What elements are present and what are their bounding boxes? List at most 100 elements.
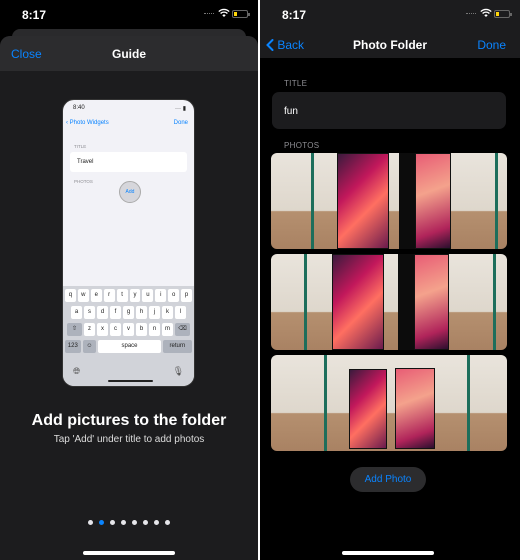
keyboard-row-2: asdfghjkl xyxy=(65,306,192,319)
keyboard-bottom-bar: 🌐︎ 🎙︎ xyxy=(73,366,184,380)
keyboard-row-1: qwertyuiop xyxy=(64,289,193,302)
photo-glass-edge xyxy=(467,355,470,451)
photo-phone-edge xyxy=(398,254,414,350)
page-dot[interactable] xyxy=(121,520,126,525)
key-x: x xyxy=(97,323,108,336)
photo-glass-edge xyxy=(311,153,314,249)
mockup-status-icons: ··· ▮ xyxy=(175,106,186,112)
mockup-time: 8:40 xyxy=(73,105,85,111)
status-time: 8:17 xyxy=(282,8,307,22)
guide-screen: 8:17 Close Guide 8:40 ··· ▮ ‹ Photo Widg… xyxy=(0,0,258,560)
photo-glass-edge xyxy=(493,254,496,350)
key-k: k xyxy=(162,306,173,319)
page-dot[interactable] xyxy=(110,520,115,525)
guide-sheet: Close Guide 8:40 ··· ▮ ‹ Photo Widgets D… xyxy=(0,36,258,560)
key-j: j xyxy=(149,306,160,319)
status-bar: 8:17 xyxy=(0,0,258,30)
key-g: g xyxy=(123,306,134,319)
keyboard-row-4: 123 ☺ space return xyxy=(65,340,192,353)
mockup-back-link: ‹ Photo Widgets xyxy=(66,120,109,126)
key-w: w xyxy=(77,289,89,302)
home-indicator xyxy=(342,551,434,555)
guide-heading: Add pictures to the folder xyxy=(31,412,227,429)
photo-item[interactable] xyxy=(271,153,507,249)
battery-icon xyxy=(494,10,512,18)
key-s: s xyxy=(84,306,95,319)
photo-phone-edge xyxy=(399,153,415,249)
photo-item[interactable] xyxy=(271,254,507,350)
shift-key: ⇧ xyxy=(67,323,82,336)
keyboard-row-3-letters: zxcvbnm xyxy=(84,323,173,336)
key-u: u xyxy=(142,289,154,302)
photo-phone-front xyxy=(332,254,384,350)
title-input[interactable]: fun xyxy=(272,92,506,129)
status-bar: 8:17 xyxy=(260,0,520,30)
photo-phone-back xyxy=(415,153,451,249)
guide-nav-bar: Close Guide xyxy=(0,36,258,71)
key-l: l xyxy=(175,306,186,319)
key-t: t xyxy=(116,289,128,302)
status-time: 8:17 xyxy=(22,8,47,22)
key-y: y xyxy=(129,289,141,302)
photo-glass-edge xyxy=(324,355,327,451)
page-dot[interactable] xyxy=(143,520,148,525)
mockup-title-field: Travel xyxy=(70,152,187,172)
emoji-key: ☺ xyxy=(82,340,97,353)
mockup-title-label: TITLE xyxy=(74,144,87,149)
key-f: f xyxy=(110,306,121,319)
guide-subtitle: Tap 'Add' under title to add photos xyxy=(53,434,205,445)
key-b: b xyxy=(136,323,147,336)
microphone-icon: 🎙︎ xyxy=(172,366,184,376)
battery-icon xyxy=(232,10,250,18)
key-a: a xyxy=(71,306,82,319)
key-r: r xyxy=(103,289,115,302)
guide-title: Guide xyxy=(111,47,146,61)
title-section-label: TITLE xyxy=(284,79,308,88)
tutorial-phone-mockup: 8:40 ··· ▮ ‹ Photo Widgets Done TITLE Tr… xyxy=(62,99,195,387)
key-d: d xyxy=(97,306,108,319)
key-q: q xyxy=(64,289,76,302)
photo-phone-back xyxy=(395,368,435,449)
key-z: z xyxy=(84,323,95,336)
key-v: v xyxy=(123,323,134,336)
wifi-icon xyxy=(218,8,230,17)
key-i: i xyxy=(155,289,167,302)
space-key: space xyxy=(98,340,161,353)
page-indicator[interactable] xyxy=(0,520,258,525)
globe-icon: 🌐︎ xyxy=(73,366,81,376)
photo-phone-back xyxy=(414,254,449,350)
wifi-icon xyxy=(480,8,492,17)
keyboard-row-3: ⇧ zxcvbnm ⌫ xyxy=(65,323,192,336)
photo-phone-front xyxy=(337,153,389,249)
nav-bar: Back Photo Folder Done xyxy=(260,30,520,58)
page-dot[interactable] xyxy=(165,520,170,525)
photo-glass-edge xyxy=(495,153,498,249)
page-dot[interactable] xyxy=(99,520,104,525)
photo-folder-screen: 8:17 Back Photo Folder Done TITLE fun PH… xyxy=(260,0,520,560)
mockup-done: Done xyxy=(173,120,188,126)
photo-phone-front xyxy=(349,369,387,449)
photo-glass-edge xyxy=(304,254,307,350)
photo-item[interactable] xyxy=(271,355,507,451)
key-n: n xyxy=(149,323,160,336)
delete-key: ⌫ xyxy=(175,323,190,336)
mockup-add-button: Add xyxy=(119,181,141,203)
page-dot[interactable] xyxy=(154,520,159,525)
key-c: c xyxy=(110,323,121,336)
key-p: p xyxy=(181,289,193,302)
mockup-home-indicator xyxy=(108,380,153,382)
home-indicator xyxy=(83,551,175,555)
key-o: o xyxy=(168,289,180,302)
page-dot[interactable] xyxy=(88,520,93,525)
numbers-key: 123 xyxy=(65,340,81,353)
key-m: m xyxy=(162,323,173,336)
cellular-signal-icon xyxy=(466,13,476,15)
mockup-photos-label: PHOTOS xyxy=(74,179,93,184)
key-e: e xyxy=(90,289,102,302)
photos-section-label: PHOTOS xyxy=(284,141,320,150)
add-photo-button[interactable]: Add Photo xyxy=(350,467,426,492)
done-button[interactable]: Done xyxy=(477,38,506,52)
return-key: return xyxy=(162,340,192,353)
page-dot[interactable] xyxy=(132,520,137,525)
mockup-back-label: Photo Widgets xyxy=(69,120,109,126)
